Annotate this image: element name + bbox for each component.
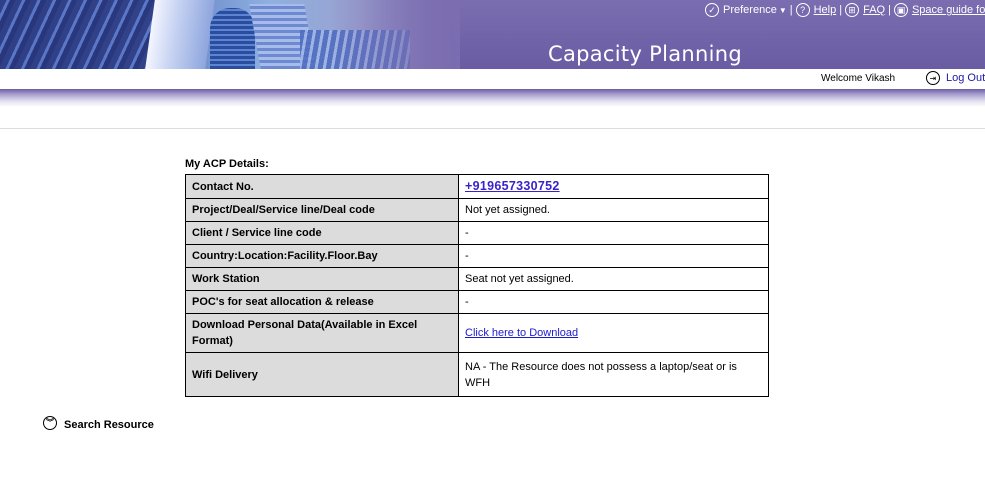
table-row: Country:Location:Facility.Floor.Bay -	[185, 244, 769, 268]
contact-number-link[interactable]: +919657330752	[465, 179, 560, 193]
row-value: -	[458, 244, 769, 268]
logout-button[interactable]: ⇥ Log Out	[926, 71, 985, 85]
logout-label: Log Out	[946, 72, 985, 84]
top-nav-links: ✓ Preference ▼ | ? Help | ⊞ FAQ | ▣ Spac…	[705, 1, 985, 19]
acp-details-table: Contact No. +919657330752 Project/Deal/S…	[185, 174, 769, 397]
row-label: Project/Deal/Service line/Deal code	[185, 198, 459, 222]
search-resource-toggle[interactable]: ︾ Search Resource	[43, 416, 154, 431]
download-link[interactable]: Click here to Download	[465, 327, 578, 339]
space-guide-icon: ▣	[893, 3, 908, 17]
row-label: Contact No.	[185, 174, 459, 199]
preference-label: Preference	[723, 4, 777, 16]
divider	[0, 128, 985, 129]
section-title: My ACP Details:	[185, 158, 269, 170]
table-row: Client / Service line code -	[185, 221, 769, 245]
banner-buildings-image	[0, 0, 460, 69]
faq-label: FAQ	[863, 4, 886, 16]
table-row: Contact No. +919657330752	[185, 174, 769, 199]
nav-separator: |	[888, 4, 891, 16]
row-label: Client / Service line code	[185, 221, 459, 245]
search-resource-label: Search Resource	[64, 419, 154, 431]
help-label: Help	[813, 4, 837, 16]
faq-link[interactable]: ⊞ FAQ	[845, 3, 885, 17]
help-link[interactable]: ? Help	[795, 3, 837, 17]
table-row: Work Station Seat not yet assigned.	[185, 267, 769, 291]
table-row: Download Personal Data(Available in Exce…	[185, 313, 769, 353]
chevron-down-icon: ▼	[778, 5, 787, 15]
row-value: -	[458, 221, 769, 245]
table-row: Wifi Delivery NA - The Resource does not…	[185, 352, 769, 397]
logout-icon: ⇥	[926, 71, 940, 85]
faq-icon: ⊞	[845, 3, 860, 17]
row-value: +919657330752	[458, 174, 769, 199]
row-label: Download Personal Data(Available in Exce…	[185, 313, 459, 353]
row-value: Click here to Download	[458, 313, 769, 353]
row-label: Wifi Delivery	[185, 352, 459, 397]
nav-separator: |	[789, 4, 793, 16]
row-label: Country:Location:Facility.Floor.Bay	[185, 244, 459, 268]
row-label: POC's for seat allocation & release	[185, 290, 459, 314]
space-guide-link[interactable]: ▣ Space guide fo	[893, 3, 985, 17]
row-value: NA - The Resource does not possess a lap…	[458, 352, 769, 397]
header-gradient-band	[0, 89, 985, 107]
help-icon: ?	[795, 3, 810, 17]
preference-menu[interactable]: ✓ Preference ▼	[705, 3, 787, 17]
space-guide-label: Space guide fo	[911, 4, 985, 16]
nav-separator: |	[839, 4, 843, 16]
row-value: Seat not yet assigned.	[458, 267, 769, 291]
table-row: Project/Deal/Service line/Deal code Not …	[185, 198, 769, 222]
check-circle-icon: ✓	[705, 3, 719, 17]
table-row: POC's for seat allocation & release -	[185, 290, 769, 314]
expand-chevron-icon: ︾	[43, 416, 57, 430]
row-value: -	[458, 290, 769, 314]
app-title: Capacity Planning	[548, 42, 743, 66]
row-value: Not yet assigned.	[458, 198, 769, 222]
row-label: Work Station	[185, 267, 459, 291]
header-banner: ✓ Preference ▼ | ? Help | ⊞ FAQ | ▣ Spac…	[0, 0, 985, 69]
welcome-text: Welcome Vikash	[821, 73, 896, 84]
